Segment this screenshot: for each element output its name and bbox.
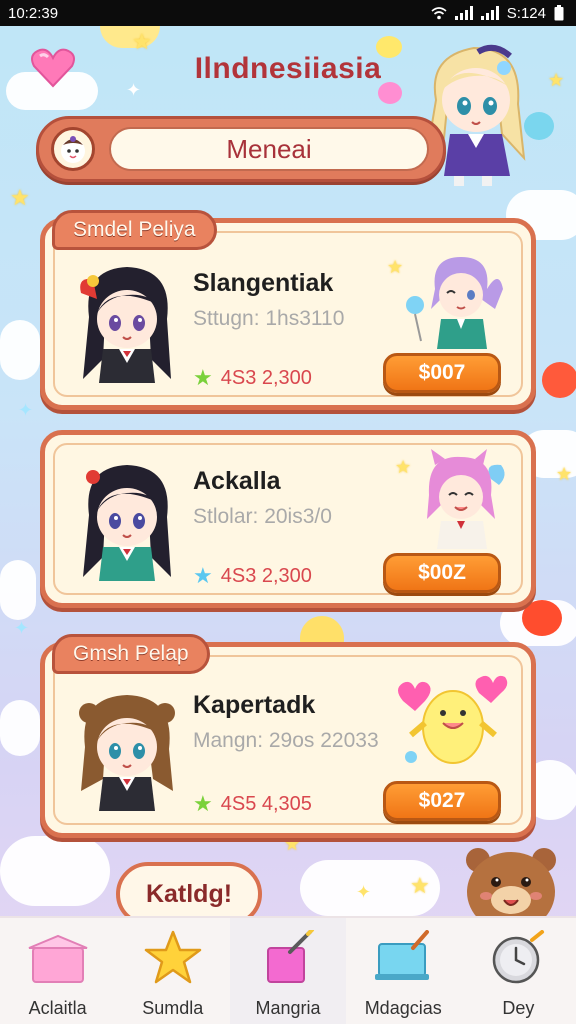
character-name: Slangentiak bbox=[193, 269, 334, 297]
nav-label: Aclaitla bbox=[28, 998, 87, 1018]
character-name: Ackalla bbox=[193, 467, 281, 495]
chibi-face-icon[interactable] bbox=[51, 127, 95, 171]
price-value: 4S5 4,305 bbox=[220, 792, 312, 815]
star-icon: ★ bbox=[193, 365, 213, 390]
star-decoration: ★ bbox=[556, 464, 573, 485]
character-stat: Stlolar: 20is3/0 bbox=[193, 505, 332, 528]
wifi-icon bbox=[431, 7, 447, 20]
star-decoration: ★ bbox=[387, 257, 404, 278]
search-input[interactable]: Meneai bbox=[109, 127, 429, 171]
status-bar: 10:2:39 S:124 bbox=[0, 0, 576, 26]
buy-button[interactable]: $00Z bbox=[383, 553, 501, 593]
bottom-navigation: Aclaitla Sumdla Mangria Mdagcias Dey bbox=[0, 916, 576, 1024]
character-stat: Mangn: 29os 22033 bbox=[193, 729, 379, 752]
status-time: 10:2:39 bbox=[8, 4, 59, 22]
character-avatar-illustration bbox=[79, 695, 175, 811]
character-price: ★ 4S5 4,305 bbox=[193, 791, 312, 817]
cloud-decoration bbox=[0, 700, 40, 756]
star-icon bbox=[138, 930, 208, 986]
cloud-decoration bbox=[0, 560, 36, 620]
price-value: 4S3 2,300 bbox=[220, 366, 312, 389]
paint-cup-icon bbox=[253, 930, 323, 986]
sparkle-decoration: ✦ bbox=[14, 618, 30, 639]
nav-label: Sumdla bbox=[142, 998, 204, 1018]
nav-item-mangria[interactable]: Mangria bbox=[230, 918, 346, 1024]
battery-icon bbox=[554, 5, 564, 21]
star-decoration: ★ bbox=[410, 874, 430, 899]
mascot-illustration bbox=[398, 675, 508, 764]
buy-button[interactable]: $007 bbox=[383, 353, 501, 393]
clock-icon bbox=[483, 930, 553, 986]
character-card[interactable]: Ackalla Stlolar: 20is3/0 ★ 4S3 2,300 ★ $… bbox=[40, 430, 536, 608]
blob-decoration bbox=[522, 600, 562, 636]
character-price: ★ 4S3 2,300 bbox=[193, 365, 312, 391]
nav-label: Mangria bbox=[255, 998, 321, 1018]
star-decoration: ★ bbox=[395, 457, 412, 478]
sparkle-decoration: ✦ bbox=[356, 882, 372, 903]
character-name: Kapertadk bbox=[193, 691, 316, 719]
easel-icon bbox=[368, 930, 438, 986]
cloud-decoration bbox=[0, 320, 40, 380]
nav-label: Mdagcias bbox=[364, 998, 442, 1018]
star-icon: ★ bbox=[193, 791, 213, 816]
nav-item-dey[interactable]: Dey bbox=[461, 918, 576, 1024]
status-icons: S:124 bbox=[431, 5, 564, 22]
signal-icon bbox=[480, 6, 499, 20]
character-avatar-illustration bbox=[80, 267, 171, 383]
companion-character-illustration bbox=[406, 257, 503, 349]
character-price: ★ 4S3 2,300 bbox=[193, 563, 312, 589]
buy-button[interactable]: $027 bbox=[383, 781, 501, 821]
signal-icon bbox=[454, 6, 473, 20]
search-bar[interactable]: Meneai bbox=[36, 116, 446, 182]
character-avatar-illustration bbox=[83, 465, 171, 581]
section-tag: Smdel Peliya bbox=[52, 210, 217, 250]
section-tag: Gmsh Pelap bbox=[52, 634, 210, 674]
cloud-decoration bbox=[0, 836, 110, 906]
star-icon: ★ bbox=[193, 563, 213, 588]
star-decoration: ★ bbox=[10, 186, 30, 211]
nav-item-aclaitla[interactable]: Aclaitla bbox=[0, 918, 115, 1024]
status-right-text: S:124 bbox=[506, 4, 546, 22]
blob-decoration bbox=[542, 362, 576, 398]
nav-label: Dey bbox=[502, 998, 535, 1018]
nav-item-mdagcias[interactable]: Mdagcias bbox=[346, 918, 461, 1024]
price-value: 4S3 2,300 bbox=[220, 564, 312, 587]
gift-box-icon bbox=[23, 930, 93, 986]
character-stat: Sttugn: 1hs3110 bbox=[193, 307, 345, 330]
nav-item-sumdla[interactable]: Sumdla bbox=[115, 918, 230, 1024]
sparkle-decoration: ✦ bbox=[18, 400, 34, 421]
